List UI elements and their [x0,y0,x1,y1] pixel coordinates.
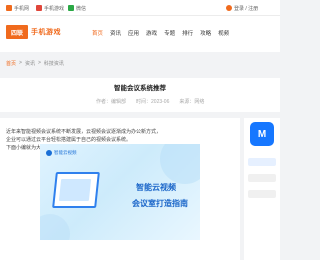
topbar-link-label: 手机游戏 [44,5,65,12]
nav-item[interactable]: 资讯 [110,29,121,37]
logo-mark: 四联 [6,25,28,39]
monitor-illustration [52,172,100,208]
hero-brand-label: 智能云视频 [54,150,77,155]
login-label: 登录 / 注册 [234,5,259,12]
article-hero-image: 智能云视频 智能云视频 会议室打造指南 [40,144,200,240]
article-author: 作者：编辑部 [96,99,127,105]
wechat-icon [68,5,74,11]
article-date: 时间：2023-06 [136,99,170,105]
sidebar-block [248,174,276,182]
breadcrumb-sep: > [37,60,41,66]
nav-item[interactable]: 应用 [128,29,139,37]
app-icon[interactable]: M [250,122,274,146]
sidebar-block [248,158,276,166]
topbar-link-label: 手机网 [14,5,30,12]
topbar-link-1[interactable]: 手机游戏 [36,4,64,12]
phone-icon [6,5,12,11]
game-icon [36,5,42,11]
nav-item[interactable]: 排行 [182,29,193,37]
sidebar: M [244,118,280,260]
topbar-link-2[interactable]: 微信 [68,4,86,12]
nav-item[interactable]: 视频 [218,29,229,37]
main-nav: 首页 资讯 应用 游戏 专题 排行 攻略 视频 [92,29,229,37]
site-header: 四联 手机游戏 首页 资讯 应用 游戏 专题 排行 攻略 视频 [0,16,280,52]
breadcrumb-item[interactable]: 资讯 [25,60,35,67]
article-header: 智能会议系统推荐 作者：编辑部 时间：2023-06 来源：网络 [0,78,280,112]
sidebar-block [248,190,276,198]
breadcrumb-home[interactable]: 首页 [6,60,16,67]
breadcrumb: 首页 > 资讯 > 科技资讯 [0,52,280,78]
top-bar: 手机网 手机游戏 微信 登录 / 注册 [0,0,280,16]
nav-item[interactable]: 游戏 [146,29,157,37]
breadcrumb-item[interactable]: 科技资讯 [44,60,64,67]
nav-item[interactable]: 首页 [92,29,103,37]
article-paragraph: 企业可以通过云平台轻松搭建属于自己的视频会议系统。 [6,137,132,143]
article-source: 来源：网络 [179,99,205,105]
topbar-link-0[interactable]: 手机网 [6,4,29,12]
nav-item[interactable]: 专题 [164,29,175,37]
site-logo[interactable]: 四联 手机游戏 [6,25,61,39]
hero-brand: 智能云视频 [46,150,77,156]
article-meta: 作者：编辑部 时间：2023-06 来源：网络 [96,98,204,105]
monitor-screen [58,179,92,201]
deco-circle [40,214,70,240]
login-link[interactable]: 登录 / 注册 [226,4,258,12]
logo-name: 手机游戏 [31,29,61,36]
article-paragraph: 近年来智能视频会议系统不断发展，云视频会议逐渐成为办公新方式， [6,129,162,135]
brand-icon [46,150,52,156]
nav-item[interactable]: 攻略 [200,29,211,37]
topbar-link-label: 微信 [76,5,87,12]
article-title: 智能会议系统推荐 [114,85,166,92]
hero-subheadline: 会议室打造指南 [132,199,188,208]
deco-circle [160,144,200,184]
hero-headline: 智能云视频 [136,183,176,192]
user-icon [226,5,232,11]
breadcrumb-sep: > [19,60,22,66]
